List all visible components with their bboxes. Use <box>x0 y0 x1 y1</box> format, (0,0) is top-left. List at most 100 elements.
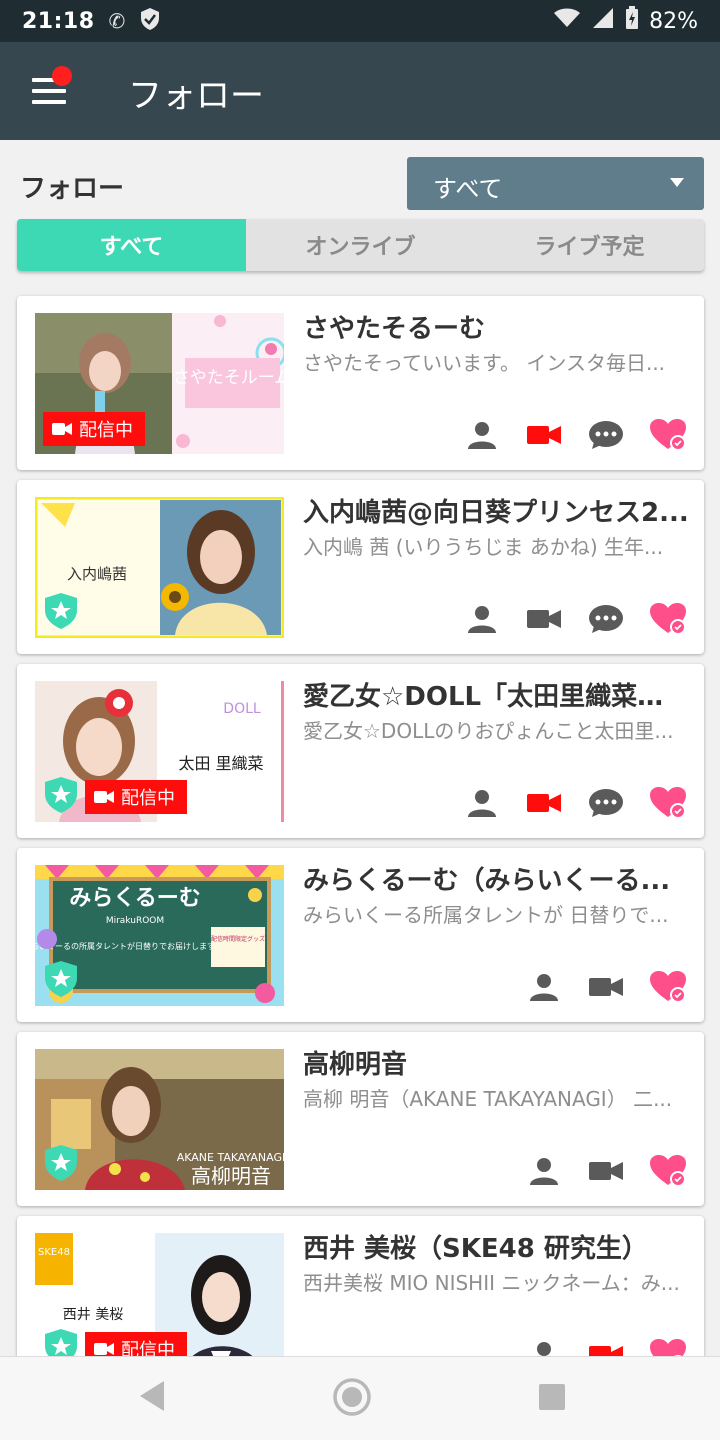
card-actions <box>526 971 686 1003</box>
channel-thumbnail: 入内嶋茜 <box>35 497 284 638</box>
channel-thumbnail: AKANE TAKAYANAGI 高柳明音 <box>35 1049 284 1190</box>
star-shield-icon <box>45 1145 77 1181</box>
live-camera-button[interactable] <box>526 420 562 450</box>
follow-heart-button[interactable] <box>650 419 686 451</box>
person-icon <box>468 790 496 817</box>
channel-thumbnail: SKE48 西井 美桜 配信中 <box>35 1233 284 1374</box>
tab-all[interactable]: すべて <box>17 219 246 271</box>
recents-square-icon <box>539 1384 565 1410</box>
home-button[interactable] <box>332 1377 372 1421</box>
home-circle-icon <box>333 1378 371 1416</box>
channel-name: 愛乙女☆DOLL「太田里織菜の... <box>303 682 689 712</box>
channel-name: 高柳明音 <box>303 1050 408 1080</box>
video-camera-icon <box>94 1343 114 1355</box>
profile-button[interactable] <box>464 788 500 818</box>
notification-dot <box>52 66 72 86</box>
channel-thumbnail: さやたそルーム 配信中 <box>35 313 284 454</box>
heart-check-icon <box>650 419 686 451</box>
tab-live-scheduled[interactable]: ライブ予定 <box>475 219 704 271</box>
status-bar: 21:18 ✆ 82% <box>0 0 720 42</box>
card-actions <box>464 419 686 451</box>
official-badge <box>43 776 79 814</box>
thumbnail-caption: みらくるーむ <box>69 886 201 911</box>
chat-button[interactable] <box>588 788 624 818</box>
thumbnail-tag: 配信時間限定グッズ <box>211 935 265 943</box>
battery-icon <box>625 6 639 36</box>
live-camera-button[interactable] <box>526 604 562 634</box>
channel-description: さやたそっていいます。 インスタ毎日... <box>303 351 666 375</box>
profile-button[interactable] <box>526 1156 562 1186</box>
live-badge: 配信中 <box>85 780 187 814</box>
filter-dropdown[interactable]: すべて <box>407 157 704 210</box>
chat-button[interactable] <box>588 420 624 450</box>
official-badge <box>43 1144 79 1182</box>
list-item[interactable]: 入内嶋茜 入内嶋茜@向日葵プリンセス2... 入内嶋 茜 (いりうちじま あかね… <box>17 480 704 654</box>
heart-check-icon <box>650 971 686 1003</box>
follow-heart-button[interactable] <box>650 1155 686 1187</box>
thumbnail-subcaption: MirakuROOM <box>106 916 164 926</box>
channel-description: 高柳 明音（AKANE TAKAYANAGI） 二... <box>303 1087 673 1111</box>
tab-bar: すべて オンライブ ライブ予定 <box>17 219 704 271</box>
list-item[interactable]: AKANE TAKAYANAGI 高柳明音 高柳明音 高柳 明音（AKANE T… <box>17 1032 704 1206</box>
video-camera-icon <box>52 423 72 435</box>
channel-info: 入内嶋茜@向日葵プリンセス2... 入内嶋 茜 (いりうちじま あかね) 生年.… <box>303 494 689 562</box>
channel-info: 西井 美桜（SKE48 研究生） 西井美桜 MIO NISHII ニックネーム：… <box>303 1230 689 1298</box>
channel-info: 高柳明音 高柳 明音（AKANE TAKAYANAGI） 二... <box>303 1046 689 1114</box>
signal-icon <box>591 7 615 35</box>
back-triangle-icon <box>140 1381 164 1411</box>
channel-name: 西井 美桜（SKE48 研究生） <box>303 1234 648 1264</box>
battery-percent: 82% <box>649 8 698 34</box>
live-badge-label: 配信中 <box>79 420 133 441</box>
person-icon <box>530 974 558 1001</box>
system-nav-bar <box>0 1356 720 1440</box>
channel-description: 入内嶋 茜 (いりうちじま あかね) 生年... <box>303 535 664 559</box>
list-item[interactable]: DOLL 太田 里織菜 配信中 愛乙女☆DOLL「太田里織菜の... 愛乙女☆D… <box>17 664 704 838</box>
filter-row: フォロー すべて <box>0 140 720 218</box>
wifi-icon <box>553 7 581 35</box>
chat-button[interactable] <box>588 604 624 634</box>
chat-bubble-icon <box>589 421 623 449</box>
person-icon <box>530 1158 558 1185</box>
list-item[interactable]: さやたそルーム 配信中 さやたそるーむ さやたそっていいます。 インスタ毎日..… <box>17 296 704 470</box>
status-time: 21:18 <box>22 8 95 34</box>
filter-dropdown-value: すべて <box>433 175 503 203</box>
recents-button[interactable] <box>538 1383 566 1415</box>
channel-name: みらくるーむ（みらいくーる... <box>303 866 671 896</box>
chat-bubble-icon <box>589 789 623 817</box>
channel-info: みらくるーむ（みらいくーる... みらいくーる所属タレントが 日替りで... <box>303 862 689 930</box>
official-badge <box>43 960 79 998</box>
follow-heart-button[interactable] <box>650 787 686 819</box>
page-title: フォロー <box>128 76 264 116</box>
thumbnail-logo: SKE48 <box>38 1247 70 1258</box>
follow-heart-button[interactable] <box>650 603 686 635</box>
live-badge-label: 配信中 <box>121 788 175 809</box>
list-item[interactable]: みらくるーむ MirakuROOM みらいくーるの所属タレントが日替りでお届けし… <box>17 848 704 1022</box>
follow-heart-button[interactable] <box>650 971 686 1003</box>
thumbnail-note: みらいくーるの所属タレントが日替りでお届けします！ <box>35 941 223 951</box>
heart-check-icon <box>650 1155 686 1187</box>
menu-button[interactable] <box>32 66 72 104</box>
thumbnail-logo: DOLL <box>223 701 261 717</box>
thumbnail-caption: 高柳明音 <box>191 1164 271 1188</box>
profile-button[interactable] <box>464 604 500 634</box>
tab-on-live[interactable]: オンライブ <box>246 219 475 271</box>
profile-button[interactable] <box>526 972 562 1002</box>
card-actions <box>526 1155 686 1187</box>
thumbnail-caption: 入内嶋茜 <box>67 565 127 583</box>
video-camera-icon <box>527 426 561 444</box>
channel-description: 愛乙女☆DOLLのりおぴょんこと太田里... <box>303 719 674 743</box>
video-camera-icon <box>589 978 623 996</box>
live-camera-button[interactable] <box>588 972 624 1002</box>
star-shield-icon <box>45 593 77 629</box>
official-badge <box>43 592 79 630</box>
wifi-calling-icon: ✆ <box>108 9 126 33</box>
channel-name: 入内嶋茜@向日葵プリンセス2... <box>303 498 689 528</box>
back-button[interactable] <box>138 1379 166 1417</box>
thumbnail-subcaption: AKANE TAKAYANAGI <box>177 1151 284 1164</box>
channel-description: 西井美桜 MIO NISHII ニックネーム：み... <box>303 1271 680 1295</box>
live-camera-button[interactable] <box>588 1156 624 1186</box>
star-shield-icon <box>45 961 77 997</box>
profile-button[interactable] <box>464 420 500 450</box>
chat-bubble-icon <box>589 605 623 633</box>
live-camera-button[interactable] <box>526 788 562 818</box>
